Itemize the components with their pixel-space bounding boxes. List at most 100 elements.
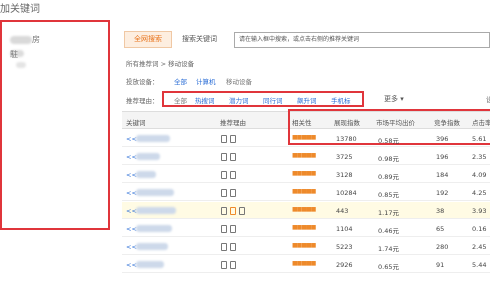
- device-row-label: 投放设备：: [126, 78, 159, 86]
- device-option-mobile[interactable]: 移动设备: [226, 76, 252, 86]
- impressions-value: 3725: [336, 153, 353, 161]
- col-keyword[interactable]: 关键词: [126, 117, 146, 127]
- mobile-icon: [221, 261, 227, 269]
- avg-price-value: 0.89元: [378, 173, 399, 181]
- ctr-value: 2.45: [472, 243, 487, 251]
- impressions-value: 2926: [336, 261, 353, 269]
- competition-value: 280: [436, 243, 449, 251]
- category-row-label: 推荐理由：: [126, 97, 159, 105]
- category-option-all[interactable]: 全部: [174, 95, 187, 105]
- tab-bar: 全网搜索 搜索关键词 请在输入框中搜索，或点击右侧的推荐关键词: [122, 31, 490, 49]
- category-option-rising[interactable]: 飙升词: [297, 95, 317, 105]
- blurred-keyword: [136, 171, 156, 178]
- relevance-stars: ■■■■■: [292, 152, 316, 159]
- blurred-keyword: [136, 153, 160, 160]
- avg-price-value: 1.17元: [378, 209, 399, 217]
- relevance-stars: ■■■■■: [292, 188, 316, 195]
- breadcrumb-sep: >: [160, 60, 167, 68]
- device-option-computer[interactable]: 计算机: [196, 76, 216, 86]
- avg-price-value: 0.46元: [378, 227, 399, 235]
- avg-price-value: 0.85元: [378, 191, 399, 199]
- impressions-value: 13780: [336, 135, 357, 143]
- table-row[interactable]: << ■■■■■ 3128 0.89元 184 4.09: [122, 166, 490, 183]
- category-option-mobile[interactable]: 手机标: [331, 95, 351, 105]
- table-row[interactable]: << ■■■■■ 2926 0.65元 91 5.44: [122, 256, 490, 273]
- impressions-value: 3128: [336, 171, 353, 179]
- blurred-keyword: [10, 36, 32, 44]
- table-row[interactable]: << ■■■■■ 10284 0.85元 192 4.25: [122, 184, 490, 201]
- category-option-peer[interactable]: 同行词: [263, 95, 283, 105]
- col-reason[interactable]: 推荐理由: [220, 117, 246, 127]
- device-option-all[interactable]: 全部: [174, 76, 187, 86]
- impressions-value: 1104: [336, 225, 353, 233]
- competition-value: 38: [436, 207, 445, 215]
- tag-icon: [239, 207, 245, 215]
- mobile-icon: [221, 135, 227, 143]
- more-dropdown[interactable]: 更多 ▾: [384, 94, 404, 104]
- blurred-keyword: [136, 243, 168, 250]
- tag-icon: [230, 261, 236, 269]
- avg-price-value: 0.58元: [378, 137, 399, 145]
- avg-price-value: 1.74元: [378, 245, 399, 253]
- mobile-icon: [221, 225, 227, 233]
- category-option-potential[interactable]: 潜力词: [229, 95, 249, 105]
- ctr-value: 5.44: [472, 261, 487, 269]
- relevance-stars: ■■■■■: [292, 224, 316, 231]
- blurred-keyword: [136, 135, 170, 142]
- blurred-keyword: [136, 261, 164, 268]
- table-row[interactable]: << ■■■■■ 3725 0.98元 196 2.35: [122, 148, 490, 165]
- relevance-stars: ■■■■■: [292, 170, 316, 177]
- blurred-keyword: [136, 189, 174, 196]
- mobile-icon: [221, 153, 227, 161]
- tag-icon: [230, 243, 236, 251]
- tag-icon: [230, 207, 236, 215]
- blurred-keyword: [136, 207, 176, 214]
- blurred-keyword: [16, 62, 26, 68]
- settings-link[interactable]: 设: [486, 95, 490, 105]
- relevance-stars: ■■■■■: [292, 134, 316, 141]
- keyword-search-main: 全网搜索 搜索关键词 请在输入框中搜索，或点击右侧的推荐关键词 所有推荐词 > …: [122, 25, 490, 294]
- breadcrumb-current: 移动设备: [168, 60, 195, 68]
- impressions-value: 10284: [336, 189, 357, 197]
- avg-price-value: 0.65元: [378, 263, 399, 271]
- impressions-value: 443: [336, 207, 349, 215]
- tag-icon: [230, 153, 236, 161]
- selected-keywords-panel[interactable]: 房 駐: [0, 20, 110, 230]
- breadcrumb: 所有推荐词 > 移动设备: [126, 58, 194, 68]
- table-row[interactable]: << ■■■■■ 13780 0.58元 396 5.61: [122, 130, 490, 147]
- ctr-value: 3.93: [472, 207, 487, 215]
- relevance-stars: ■■■■■: [292, 242, 316, 249]
- search-input[interactable]: 请在输入框中搜索，或点击右侧的推荐关键词: [234, 32, 490, 48]
- competition-value: 65: [436, 225, 445, 233]
- tab-search-keyword[interactable]: 搜索关键词: [182, 31, 217, 48]
- table-row[interactable]: << ■■■■■ 1104 0.46元 65 0.16: [122, 220, 490, 237]
- competition-value: 91: [436, 261, 445, 269]
- ctr-value: 4.09: [472, 171, 487, 179]
- left-item-2[interactable]: 駐: [10, 49, 18, 60]
- page-title: 加关键词: [0, 4, 40, 15]
- mobile-icon: [221, 207, 227, 215]
- tag-icon: [230, 171, 236, 179]
- category-option-hot[interactable]: 热搜词: [195, 95, 215, 105]
- competition-value: 192: [436, 189, 449, 197]
- table-row[interactable]: << ■■■■■ 5223 1.74元 280 2.45: [122, 238, 490, 255]
- ctr-value: 0.16: [472, 225, 487, 233]
- mobile-icon: [221, 189, 227, 197]
- tag-icon: [230, 225, 236, 233]
- left-item-1[interactable]: 房: [32, 34, 40, 45]
- impressions-value: 5223: [336, 243, 353, 251]
- breadcrumb-root[interactable]: 所有推荐词: [126, 60, 159, 68]
- ctr-value: 5.61: [472, 135, 487, 143]
- blurred-keyword: [136, 225, 172, 232]
- tag-icon: [230, 189, 236, 197]
- tag-icon: [230, 135, 236, 143]
- ctr-value: 2.35: [472, 153, 487, 161]
- relevance-stars: ■■■■■: [292, 206, 316, 213]
- table-row-highlighted[interactable]: << ■■■■■ 443 1.17元 38 3.93: [122, 202, 490, 219]
- avg-price-value: 0.98元: [378, 155, 399, 163]
- competition-value: 396: [436, 135, 449, 143]
- tab-global-search[interactable]: 全网搜索: [124, 31, 172, 48]
- competition-value: 196: [436, 153, 449, 161]
- mobile-icon: [221, 171, 227, 179]
- relevance-stars: ■■■■■: [292, 260, 316, 267]
